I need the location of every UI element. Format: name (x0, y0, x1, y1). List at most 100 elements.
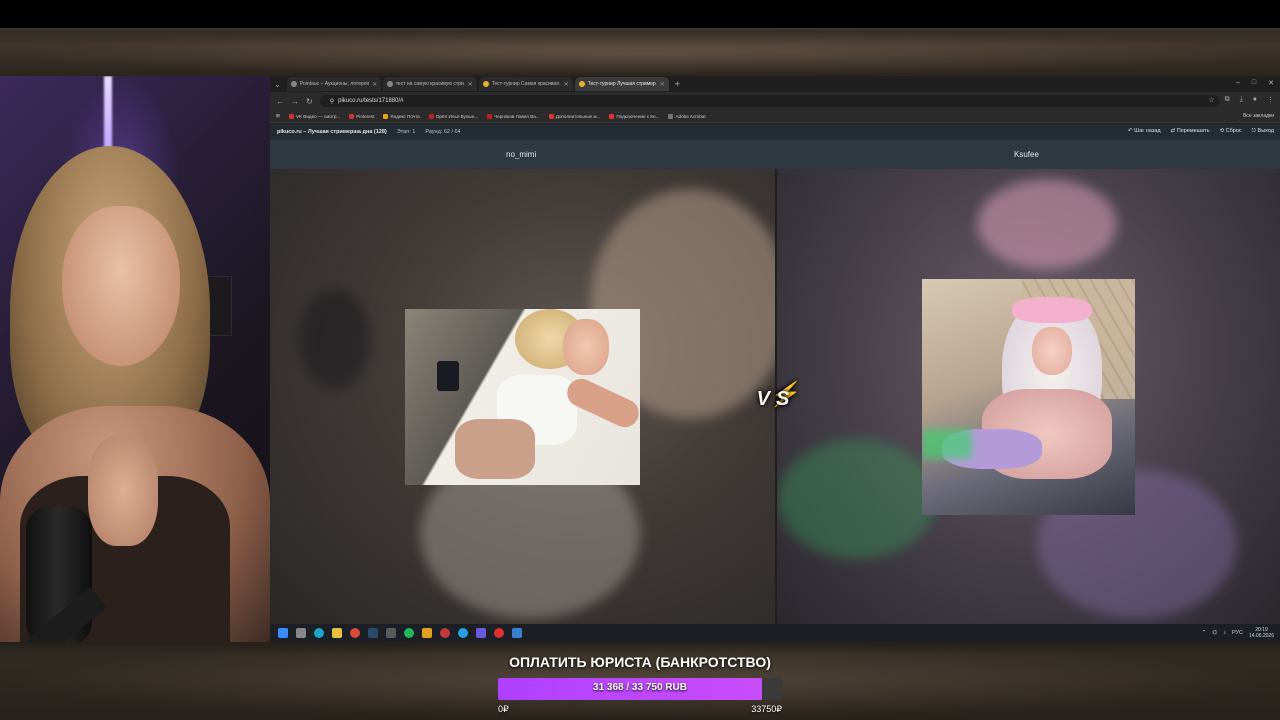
exit-button[interactable]: ⎋ Выход (1252, 128, 1274, 135)
telegram-icon[interactable] (458, 628, 468, 638)
bookmark-label: Яндекс Почта (390, 113, 420, 119)
close-icon[interactable]: ✕ (564, 81, 569, 88)
contestant-right-photo[interactable] (922, 279, 1135, 515)
favicon (428, 113, 434, 119)
maximize-icon[interactable]: □ (1252, 79, 1256, 87)
menu-icon[interactable]: ⋮ (1267, 96, 1274, 104)
site-title: pikuco.ru – Лучшая стримерша дна (128) (277, 129, 387, 135)
bookmark-item[interactable]: Pinterest (349, 113, 375, 119)
tab-search-icon[interactable]: ⌄ (274, 80, 281, 89)
browser-window: ⌄ Pointauc – Аукционы, лотерея ✕ тест на … (270, 76, 1280, 642)
site-info-icon[interactable]: ⚲ (330, 98, 334, 105)
steam-icon[interactable] (368, 628, 378, 638)
task-view-icon[interactable] (296, 628, 306, 638)
tab-test-2[interactable]: Тест-турнир Самая красивая ✕ (478, 77, 573, 91)
start-icon[interactable] (278, 628, 288, 638)
tab-test-1[interactable]: тест на самую красивую стри ✕ (382, 77, 477, 91)
back-arrow-icon[interactable]: ← (276, 97, 284, 106)
minimize-icon[interactable]: – (1236, 79, 1240, 87)
discord-icon[interactable] (476, 628, 486, 638)
contestant-right-panel[interactable] (777, 169, 1280, 624)
close-icon[interactable]: ✕ (660, 81, 665, 88)
bookmark-label: Pinterest (356, 113, 375, 119)
app-icon[interactable] (440, 628, 450, 638)
edge-icon[interactable] (314, 628, 324, 638)
profile-icon[interactable]: ● (1253, 96, 1257, 104)
background-blur (300, 289, 370, 389)
url-input[interactable]: ⚲ pikuco.ru/tests/171880/# (319, 95, 1220, 107)
step-back-button[interactable]: ↶ Шаг назад (1128, 128, 1161, 135)
round-label: Раунд: 62 / 64 (425, 129, 461, 135)
tab-label: Тест-турнир Самая красивая (491, 81, 559, 87)
app-icon[interactable] (422, 628, 432, 638)
photo-figure-face (563, 319, 609, 375)
bookmarks-bar: ⊞ VK Видео — смотр... Pinterest Яндекс П… (270, 110, 1280, 123)
bookmark-item[interactable]: Adobe Acrobat (668, 113, 706, 119)
favicon (288, 113, 294, 119)
photo-bag (437, 361, 459, 391)
bookmark-star-icon[interactable]: ☆ (1208, 96, 1214, 104)
versus-badge: ⚡ VS (753, 376, 799, 422)
photo-floor-light (922, 429, 972, 459)
bookmark-item[interactable]: VK Видео — смотр... (288, 113, 340, 119)
bookmark-label: Орёл Илья Булын... (435, 113, 479, 119)
volume-icon[interactable]: ♪ (1223, 630, 1226, 636)
bookmark-item[interactable]: Черняков Павел Ва... (487, 113, 540, 119)
contestant-left-panel[interactable] (270, 169, 775, 624)
address-bar-row: ← → ↻ ⚲ pikuco.ru/tests/171880/# ☆ ⧉ ⤓ ●… (270, 92, 1280, 110)
window-controls: – □ ✕ (1236, 79, 1274, 87)
close-icon[interactable]: ✕ (372, 81, 377, 88)
app-icon[interactable] (512, 628, 522, 638)
donation-max-label: 33750₽ (751, 704, 782, 714)
favicon (482, 81, 489, 87)
tab-label: Pointauc – Аукционы, лотерея (299, 81, 370, 87)
bookmark-item[interactable]: Орёл Илья Булын... (428, 113, 479, 119)
system-tray: ⌃ ⌬ ♪ РУС 20:19 14.06.2026 (1202, 627, 1274, 639)
site-actions: ↶ Шаг назад ⇄ Перемешать ⟲ Сброс ⎋ Выход (1128, 128, 1274, 135)
favicon (386, 81, 393, 87)
language-indicator[interactable]: РУС (1232, 630, 1243, 636)
download-icon[interactable]: ⤓ (1240, 96, 1243, 104)
favicon (668, 113, 674, 119)
tab-test-active[interactable]: Тест-турнир Лучшая стример ✕ (574, 77, 669, 91)
reset-button[interactable]: ⟲ Сброс (1220, 128, 1242, 135)
network-icon[interactable]: ⌬ (1212, 630, 1217, 636)
streamer-hand (88, 436, 158, 546)
background-blur (977, 179, 1117, 269)
forward-arrow-icon[interactable]: → (291, 97, 299, 106)
bookmark-item[interactable]: Яндекс Почта (383, 113, 420, 119)
favicon (290, 81, 297, 87)
shuffle-button[interactable]: ⇄ Перемешать (1171, 128, 1210, 135)
explorer-icon[interactable] (332, 628, 342, 638)
close-window-icon[interactable]: ✕ (1268, 79, 1274, 87)
extensions-icon[interactable]: ⧉ (1225, 96, 1230, 104)
tray-arrow-icon[interactable]: ⌃ (1202, 630, 1207, 636)
close-icon[interactable]: ✕ (468, 81, 473, 88)
contestant-left-name: no_mimi (506, 150, 537, 159)
contestant-names: no_mimi Ksufee (270, 140, 1280, 169)
tab-pointauc[interactable]: Pointauc – Аукционы, лотерея ✕ (286, 77, 381, 91)
reset-label: Сброс (1225, 128, 1242, 134)
streamer-face (62, 206, 180, 366)
contestant-left-photo[interactable] (405, 309, 640, 485)
windows-taskbar: ⌃ ⌬ ♪ РУС 20:19 14.06.2026 (270, 624, 1280, 642)
toolbar-icons: ☆ ⧉ ⤓ ● ⋮ (1208, 96, 1274, 104)
app-icon[interactable] (386, 628, 396, 638)
spotify-icon[interactable] (404, 628, 414, 638)
stage-label: Этап: 1 (396, 129, 416, 135)
chrome-icon[interactable] (350, 628, 360, 638)
bookmark-label: Черняков Павел Ва... (494, 113, 540, 119)
yandex-icon[interactable] (494, 628, 504, 638)
bookmark-apps-icon[interactable]: ⊞ (276, 113, 280, 119)
photo-figure-face (1032, 327, 1072, 375)
photo-figure-legs (455, 419, 535, 479)
bookmark-item[interactable]: Подключение к Se... (609, 113, 660, 119)
new-tab-button[interactable]: + (675, 79, 680, 89)
bookmark-label: Подключение к Se... (616, 113, 660, 119)
bookmark-item[interactable]: Дополнительные м... (548, 113, 600, 119)
clock[interactable]: 20:19 14.06.2026 (1249, 627, 1274, 639)
background-blur (777, 439, 937, 559)
reload-icon[interactable]: ↻ (306, 97, 313, 106)
site-header: pikuco.ru – Лучшая стримерша дна (128) Э… (270, 124, 1280, 140)
all-bookmarks-button[interactable]: Все закладки (1243, 113, 1274, 119)
